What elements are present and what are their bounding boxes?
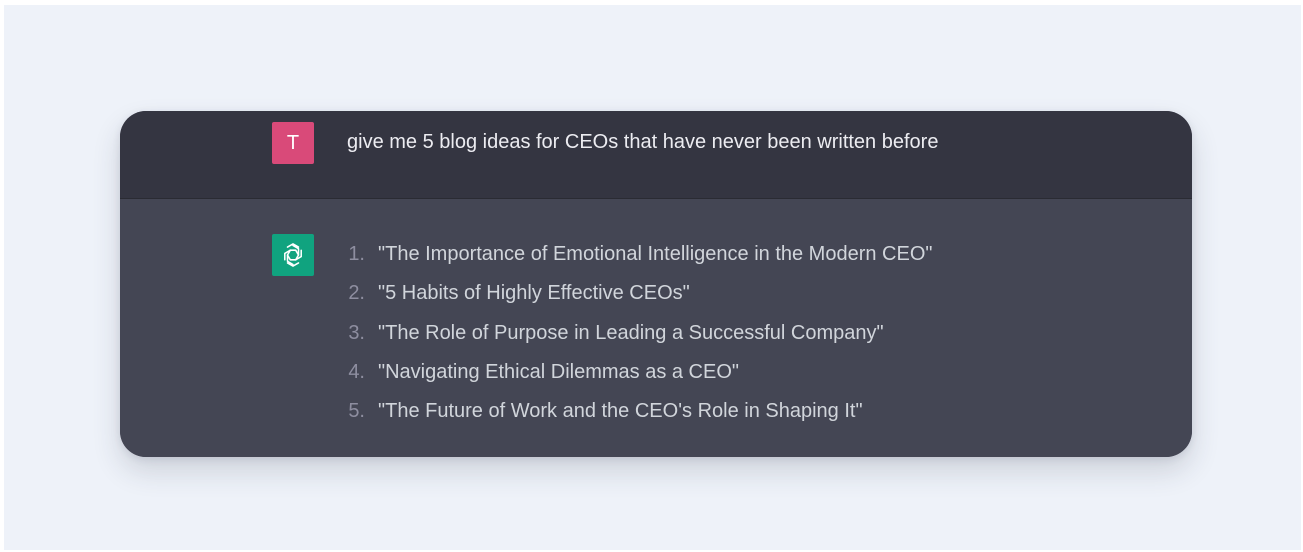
list-item: 3. "The Role of Purpose in Leading a Suc… — [338, 319, 932, 358]
list-item-number: 2. — [348, 282, 365, 305]
list-item-number: 1. — [348, 243, 365, 265]
list-item-text: "The Role of Purpose in Leading a Succes… — [378, 321, 884, 344]
openai-logo-icon — [279, 241, 307, 269]
list-item-number: 5. — [348, 400, 365, 423]
list-item-text: "Navigating Ethical Dilemmas as a CEO" — [378, 360, 739, 383]
list-item-number: 3. — [348, 321, 365, 344]
assistant-message-row: 1. "The Importance of Emotional Intellig… — [120, 199, 1192, 457]
user-message: give me 5 blog ideas for CEOs that have … — [347, 131, 939, 153]
list-item-text: "The Future of Work and the CEO's Role i… — [378, 400, 863, 423]
list-item-text: "5 Habits of Highly Effective CEOs" — [378, 282, 690, 305]
user-avatar: T — [272, 122, 314, 164]
list-item: 1. "The Importance of Emotional Intellig… — [338, 240, 932, 279]
user-message-row: T give me 5 blog ideas for CEOs that hav… — [120, 111, 1192, 199]
chat-card: T give me 5 blog ideas for CEOs that hav… — [120, 111, 1192, 457]
list-item-text: "The Importance of Emotional Intelligenc… — [378, 243, 933, 265]
list-item-number: 4. — [348, 360, 365, 383]
list-item: 4. "Navigating Ethical Dilemmas as a CEO… — [338, 358, 932, 397]
assistant-avatar — [272, 234, 314, 276]
list-item: 2. "5 Habits of Highly Effective CEOs" — [338, 279, 932, 318]
list-item: 5. "The Future of Work and the CEO's Rol… — [338, 397, 932, 436]
page-background: T give me 5 blog ideas for CEOs that hav… — [4, 5, 1301, 550]
blog-ideas-list: 1. "The Importance of Emotional Intellig… — [338, 240, 932, 436]
